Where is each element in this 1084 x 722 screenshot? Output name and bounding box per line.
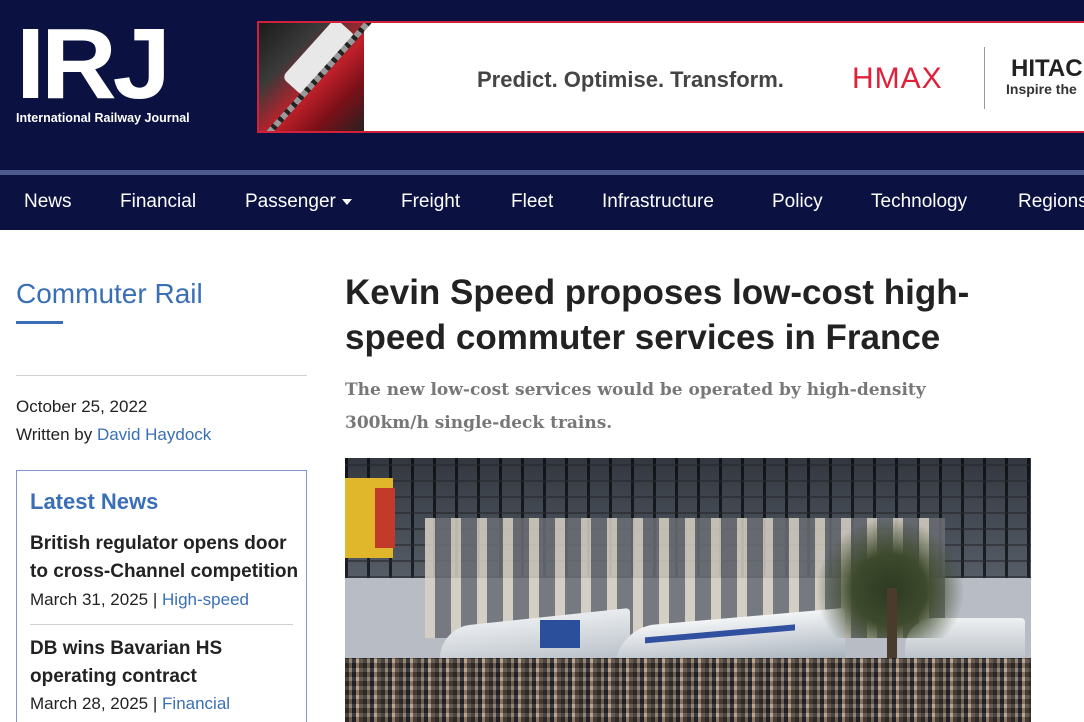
ad-inspire-text: Inspire the	[1006, 81, 1077, 97]
nav-item-financial[interactable]: Financial	[120, 191, 196, 213]
nav-item-news[interactable]: News	[24, 191, 72, 213]
section-title[interactable]: Commuter Rail	[16, 278, 203, 310]
logo-wordmark: IRJ	[16, 8, 171, 120]
latest-news-date: March 28, 2025	[30, 694, 149, 713]
article-headline: Kevin Speed proposes low-cost high-speed…	[345, 273, 970, 357]
sidebar-divider	[16, 375, 307, 376]
latest-news-title: Latest News	[30, 489, 159, 514]
main-nav: News Financial Passenger Freight Fleet I…	[0, 175, 1084, 230]
nav-item-passenger[interactable]: Passenger	[245, 191, 352, 213]
nav-item-regions[interactable]: Regions	[1018, 191, 1084, 213]
ad-hmax-logo: HMAX	[852, 62, 943, 95]
irj-logo[interactable]: IRJ International Railway Journal	[16, 14, 206, 130]
latest-news-box: Latest News British regulator opens door…	[16, 470, 307, 722]
written-by-label: Written by	[16, 425, 93, 444]
nav-item-policy[interactable]: Policy	[772, 191, 823, 213]
site-header: IRJ International Railway Journal Predic…	[0, 0, 1084, 170]
author-link[interactable]: David Haydock	[97, 425, 211, 444]
ad-tagline: Predict. Optimise. Transform.	[477, 67, 784, 92]
photo-banner-accent	[375, 488, 395, 548]
meta-separator: |	[152, 590, 158, 609]
ad-train-artwork	[259, 23, 364, 131]
latest-news-category[interactable]: High-speed	[162, 590, 249, 609]
latest-news-category[interactable]: Financial	[162, 694, 230, 713]
section-title-underline	[16, 321, 63, 324]
latest-news-meta: March 31, 2025 | High-speed	[30, 590, 249, 610]
meta-separator: |	[152, 694, 158, 713]
photo-platform-sign	[540, 620, 580, 648]
photo-crowd-shading	[345, 658, 1031, 722]
article-standfirst: The new low-cost services would be opera…	[345, 380, 926, 433]
latest-news-headline[interactable]: British regulator opens door to cross-Ch…	[30, 530, 300, 586]
logo-subtitle: International Railway Journal	[16, 111, 190, 125]
ad-divider	[984, 47, 985, 109]
article-date: October 25, 2022	[16, 397, 148, 416]
latest-news-divider	[30, 624, 293, 625]
caret-down-icon	[341, 198, 352, 205]
latest-news-headline[interactable]: DB wins Bavarian HS operating contract	[30, 635, 300, 691]
advertisement-banner[interactable]: Predict. Optimise. Transform. HMAX HITAC…	[257, 21, 1084, 133]
nav-item-technology[interactable]: Technology	[871, 191, 967, 213]
article-hero-image[interactable]	[345, 458, 1031, 722]
latest-news-date: March 31, 2025	[30, 590, 149, 609]
nav-item-fleet[interactable]: Fleet	[511, 191, 553, 213]
nav-item-passenger-label: Passenger	[245, 191, 336, 212]
nav-item-infrastructure[interactable]: Infrastructure	[602, 191, 714, 213]
article-byline: Written by David Haydock	[16, 425, 211, 445]
ad-hitachi-logo: HITAC	[1011, 55, 1083, 82]
latest-news-meta: March 28, 2025 | Financial	[30, 694, 230, 714]
nav-item-freight[interactable]: Freight	[401, 191, 460, 213]
